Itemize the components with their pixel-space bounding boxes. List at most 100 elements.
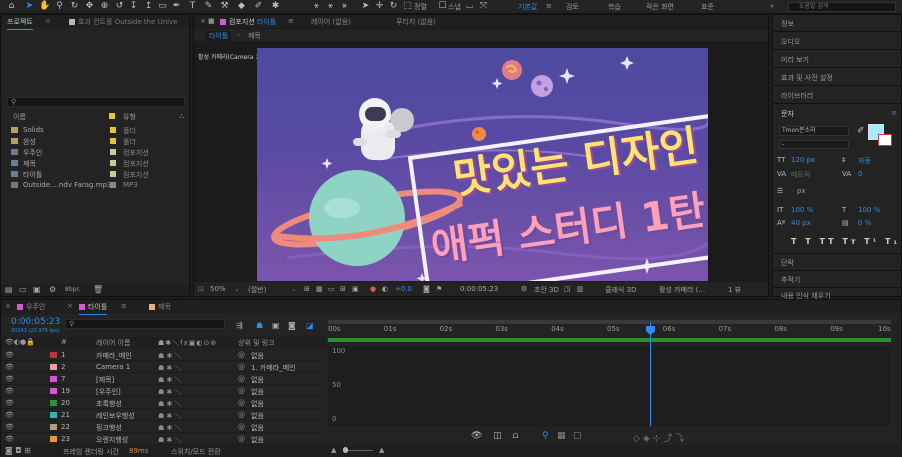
layer-row[interactable]: 👁 22 핑크행성 ☗ ✱ ＼ @ 없음: [1, 421, 326, 433]
layer-name[interactable]: 오렌지행성: [96, 435, 128, 445]
layer-row[interactable]: 👁 2 Camera 1 ☗ ✱ ＼ @1. 카메라_메인: [1, 361, 326, 373]
visibility-eye-icon[interactable]: 👁: [5, 411, 14, 419]
workspace-standard[interactable]: 표준: [701, 2, 714, 12]
comp-timecode[interactable]: 0:00:05:23: [460, 285, 498, 293]
col-type-header[interactable]: 유형: [123, 112, 136, 122]
workspace-learn[interactable]: 학습: [608, 2, 621, 12]
project-item[interactable]: 타이틀 컴포지션: [3, 169, 189, 180]
layer-name[interactable]: [제목]: [96, 375, 114, 385]
layer-parent-select[interactable]: 없음: [251, 351, 264, 361]
subtab-title[interactable]: 타이틀: [206, 31, 232, 41]
help-search-input[interactable]: 도움말 검색: [788, 2, 896, 12]
layer-name[interactable]: [우주인]: [96, 387, 121, 397]
snap-checkbox[interactable]: ☐: [437, 1, 448, 12]
playhead-line[interactable]: [650, 322, 651, 426]
flowchart-icon[interactable]: ⛬: [179, 112, 184, 122]
stroke-color-swatch[interactable]: [878, 134, 892, 146]
3d-ground-icon[interactable]: ▥: [577, 285, 584, 293]
delete-icon[interactable]: 🗑: [93, 285, 103, 294]
col-name-header[interactable]: 이름: [13, 112, 26, 122]
snap-extend-icon[interactable]: ⤧: [478, 1, 489, 12]
settings-icon[interactable]: ⚙: [49, 285, 56, 294]
workspace-menu-icon[interactable]: ≡: [546, 2, 552, 10]
track-tool-icon[interactable]: ↧: [128, 1, 139, 12]
align-icon[interactable]: ⬚: [402, 1, 413, 12]
layer-row[interactable]: 👁 21 레인보우행성 ☗ ✱ ＼ @ 없음: [1, 409, 326, 421]
layer-row[interactable]: 👁 7 [제목] ☗ ✱ ＼ @ 없음: [1, 373, 326, 385]
layer-parent-select[interactable]: 없음: [251, 399, 264, 409]
zoom-tool-icon[interactable]: ⚲: [54, 1, 65, 12]
grid-icon[interactable]: ⊞: [340, 285, 346, 293]
layer-label-swatch[interactable]: [50, 412, 57, 418]
workspace-review[interactable]: 검토: [566, 2, 579, 12]
vertical-scale-value[interactable]: 100 %: [791, 206, 813, 214]
exposure-icon[interactable]: ◐: [382, 285, 388, 293]
close-tab-icon[interactable]: ×: [5, 302, 11, 310]
roto-brush-icon[interactable]: ✐: [253, 1, 264, 12]
parent-pickwhip-icon[interactable]: @: [238, 387, 245, 395]
hand-tool-icon[interactable]: ✋: [39, 1, 50, 12]
current-timecode[interactable]: 0:00:05:23: [11, 317, 60, 327]
layer-parent-select[interactable]: 1. 카메라_메인: [251, 363, 296, 373]
font-style-select[interactable]: -: [779, 140, 849, 149]
zoom-out-icon[interactable]: ▲: [331, 446, 336, 454]
brush-tool-icon[interactable]: ✎: [203, 1, 214, 12]
color-management-icon[interactable]: ●: [370, 285, 376, 293]
leading-value[interactable]: 자동: [858, 156, 871, 166]
pen-tool-icon[interactable]: ✒: [171, 1, 182, 12]
layer-label-swatch[interactable]: [50, 352, 57, 358]
layer-label-swatch[interactable]: [50, 400, 57, 406]
layer-name[interactable]: Camera 1: [96, 363, 130, 371]
parent-link-header[interactable]: 상위 및 링크: [238, 338, 275, 348]
project-item[interactable]: 제목 컴포지션: [3, 158, 189, 169]
new-folder-icon[interactable]: ▭: [19, 285, 27, 294]
new-comp-icon[interactable]: ▣: [33, 285, 41, 294]
layer-switches-icon[interactable]: ☗ ✱ ＼: [158, 411, 182, 421]
selection-tool-icon[interactable]: ➤: [24, 1, 35, 12]
layer-label-swatch[interactable]: [50, 388, 57, 394]
view-axis-icon[interactable]: ⚹: [339, 1, 350, 12]
layer-label-swatch[interactable]: [50, 424, 57, 430]
tab-composition[interactable]: 컴포지션 타이틀: [220, 17, 277, 30]
rectangle-tool-icon[interactable]: ▭: [157, 1, 168, 12]
visibility-eye-icon[interactable]: 👁: [5, 423, 14, 431]
resolution-dropdown-icon[interactable]: ⌄: [291, 285, 297, 293]
project-menu-icon[interactable]: ≡: [45, 17, 51, 25]
rotate-tool-icon[interactable]: ↻: [69, 1, 80, 12]
parent-pickwhip-icon[interactable]: @: [238, 411, 245, 419]
layer-parent-select[interactable]: 없음: [251, 375, 264, 385]
paragraph-panel-title[interactable]: 단락: [781, 258, 794, 268]
project-item[interactable]: 완성 폴더: [3, 136, 189, 147]
layer-name-header[interactable]: 레이어 이름: [96, 338, 130, 348]
layer-row[interactable]: 👁 20 초록행성 ☗ ✱ ＼ @ 없음: [1, 397, 326, 409]
visibility-eye-icon[interactable]: 👁: [5, 387, 14, 395]
visibility-eye-icon[interactable]: 👁: [5, 435, 14, 443]
layer-row[interactable]: 👁 23 오렌지행성 ☗ ✱ ＼ @ 없음: [1, 433, 326, 445]
home-icon[interactable]: ⌂: [6, 1, 17, 12]
parent-pickwhip-icon[interactable]: @: [238, 399, 245, 407]
resolution-select[interactable]: (절반): [248, 285, 266, 295]
work-area-bar[interactable]: [328, 320, 891, 324]
layer-label-swatch[interactable]: [50, 364, 57, 370]
project-item[interactable]: Solids 폴더: [3, 125, 189, 136]
dolly-tool-icon[interactable]: ↥: [143, 1, 154, 12]
layer-row[interactable]: 👁 1 카메라_메인 ☗ ✱ ＼ @ 없음: [1, 349, 326, 361]
zoom-select[interactable]: 50%: [198, 285, 226, 293]
layer-parent-select[interactable]: 없음: [251, 423, 264, 433]
layer-parent-select[interactable]: 없음: [251, 411, 264, 421]
character-menu-icon[interactable]: ≡: [891, 109, 897, 117]
workspace-small-screen[interactable]: 작은 화면: [646, 2, 674, 12]
layer-label-swatch[interactable]: [50, 376, 57, 382]
graph-search-icon[interactable]: ⚲: [542, 431, 549, 441]
zoom-in-icon[interactable]: ▲: [379, 446, 384, 454]
layer-row[interactable]: 👁 19 [우주인] ☗ ✱ ＼ @ 없음: [1, 385, 326, 397]
timeline-tab-3[interactable]: 제목: [149, 302, 171, 312]
stroke-width-value[interactable]: -: [791, 187, 794, 195]
keyframe-interp-icons[interactable]: ◇◈⊹⤴⤵: [633, 431, 687, 444]
layer-label-swatch[interactable]: [50, 436, 57, 442]
project-item[interactable]: 우주인 컴포지션: [3, 147, 189, 158]
font-family-select[interactable]: Tmon몬소리: [779, 126, 849, 136]
parent-pickwhip-icon[interactable]: @: [238, 423, 245, 431]
show-snapshot-icon[interactable]: ⚑: [436, 285, 442, 293]
comp-lock-icon[interactable]: ■: [208, 17, 215, 25]
